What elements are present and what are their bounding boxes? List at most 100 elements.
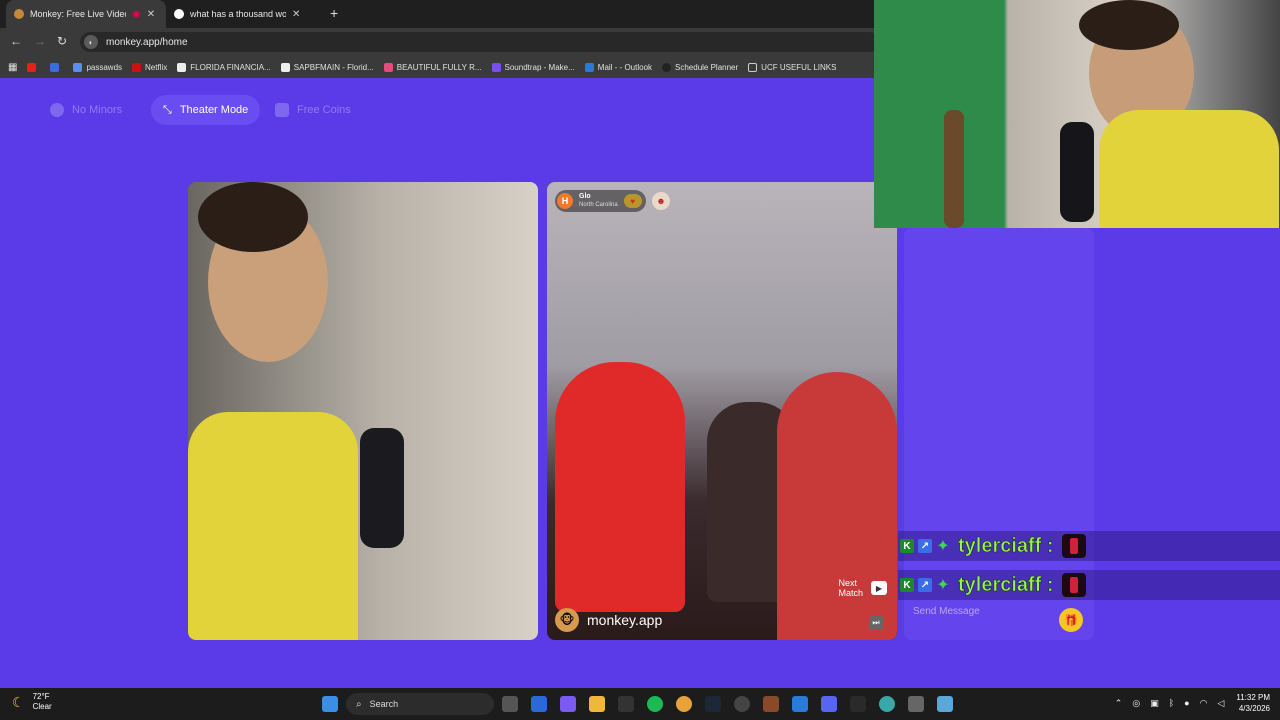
bookmark-label: BEAUTIFUL FULLY R... (396, 62, 482, 72)
emote-icon (1061, 534, 1086, 558)
soundtrap-icon (491, 62, 501, 72)
start-icon[interactable] (322, 696, 338, 712)
partner-person-1 (555, 362, 685, 612)
bookmark-outlook[interactable]: Mail - - Outlook (584, 62, 653, 72)
browser-icon[interactable] (879, 696, 895, 712)
game-icon[interactable] (763, 696, 779, 712)
bookmark-label: Netflix (145, 62, 168, 72)
bookmark-florida-financial[interactable]: FLORIDA FINANCIA... (177, 62, 271, 72)
forward-arrow-icon[interactable]: → (34, 34, 46, 48)
monkey-watermark: 🐵 monkey.app (555, 608, 662, 632)
clock[interactable]: 11:32 PM 4/3/2026 (1236, 692, 1270, 714)
match-info-tag[interactable]: H Glo North Carolina ♥ (555, 190, 646, 212)
chat-message: K ↗ ✦ tylerciaff : (898, 531, 1280, 561)
spotify-icon[interactable] (647, 696, 663, 712)
back-arrow-icon[interactable]: ← (10, 34, 22, 48)
doc-icon (73, 62, 83, 72)
send-message-input[interactable]: Send Message (913, 606, 980, 617)
weather-widget[interactable]: ☾ 72°F Clear (12, 692, 52, 712)
report-badge-icon[interactable]: ☻ (652, 192, 670, 210)
gift-icon[interactable]: 🎁 (1059, 608, 1083, 632)
airbnb-icon (383, 62, 393, 72)
send-message-box[interactable]: Send Message 🎁 (905, 600, 1095, 640)
bookmark-ucf-links[interactable]: UCF USEFUL LINKS (748, 62, 837, 72)
steam-tray-icon[interactable]: ◎ (1132, 698, 1140, 709)
bookmark-schedule-planner[interactable]: Schedule Planner (662, 62, 738, 72)
tab-monkey[interactable]: Monkey: Free Live Video Ch ◉ ✕ (6, 0, 166, 28)
wifi-icon[interactable]: ◠ (1200, 698, 1208, 709)
free-coins-label: Free Coins (297, 104, 351, 116)
outlook-icon (584, 62, 594, 72)
play-icon: ▶ (871, 581, 887, 595)
theater-mode-button[interactable]: ⤡ Theater Mode (151, 95, 261, 125)
no-minors-button[interactable]: No Minors (38, 95, 134, 125)
app2-icon[interactable] (937, 696, 953, 712)
match-avatar: H (557, 193, 573, 209)
streamer-hair (1079, 0, 1179, 50)
bluetooth-icon[interactable]: ᛒ (1169, 698, 1174, 708)
app-icon[interactable] (792, 696, 808, 712)
next-match-label-1: Next (838, 578, 857, 588)
epic-games-icon[interactable] (618, 696, 634, 712)
page-icon (177, 62, 187, 72)
obs-icon[interactable] (734, 696, 750, 712)
close-tab-icon[interactable]: ✕ (147, 9, 155, 20)
clock-date: 4/3/2026 (1238, 704, 1270, 713)
streamer-microphone (1060, 122, 1094, 222)
new-tab-button[interactable]: + (330, 5, 338, 21)
address-bar[interactable]: ◐ monkey.app/home (80, 32, 880, 52)
apps-grid-icon[interactable]: ▦ (8, 62, 17, 73)
page-icon (280, 62, 290, 72)
settings-icon[interactable] (908, 696, 924, 712)
tab-google[interactable]: what has a thousand words bu ✕ (166, 0, 326, 28)
file-explorer-icon[interactable] (589, 696, 605, 712)
theater-mode-label: Theater Mode (179, 104, 249, 116)
bookmark-roblox[interactable] (50, 62, 63, 72)
bookmark-passawds[interactable]: passawds (73, 62, 122, 72)
planner-icon (662, 62, 672, 72)
task-view-icon[interactable] (502, 696, 518, 712)
discord-icon[interactable] (821, 696, 837, 712)
volume-icon[interactable]: ◁ (1217, 698, 1224, 709)
tray-app-icon[interactable]: ▣ (1150, 698, 1159, 709)
partner-video: H Glo North Carolina ♥ ☻ Next Match ▶ 🐵 … (547, 182, 897, 640)
chrome-icon[interactable] (676, 696, 692, 712)
next-match-label-2: Match (838, 588, 863, 598)
tray-overflow-icon[interactable]: ⌃ (1115, 698, 1123, 709)
watermark-text: monkey.app (587, 612, 663, 628)
webcam-overlay (874, 0, 1280, 228)
copilot-icon[interactable] (560, 696, 576, 712)
bookmark-label: Mail - - Outlook (597, 62, 653, 72)
store-icon[interactable] (531, 696, 547, 712)
broadcaster-badge-icon: ↗ (918, 578, 932, 592)
clock-time: 11:32 PM (1236, 693, 1270, 702)
reload-icon[interactable]: ↻ (57, 34, 67, 48)
bookmark-label: FLORIDA FINANCIA... (190, 62, 271, 72)
terminal-icon[interactable] (850, 696, 866, 712)
site-info-icon[interactable]: ◐ (84, 35, 98, 49)
mic-icon[interactable]: ● (1184, 698, 1189, 708)
skip-icon[interactable]: ⏭ (869, 616, 883, 630)
steam-icon[interactable] (705, 696, 721, 712)
next-match-button[interactable]: Next Match ▶ (838, 578, 887, 598)
expand-icon: ⤡ (163, 103, 172, 116)
k-badge-icon: K (900, 578, 914, 592)
close-tab-icon[interactable]: ✕ (292, 9, 300, 20)
self-video (188, 182, 538, 640)
google-favicon-icon (174, 9, 184, 19)
k-badge-icon: K (900, 539, 914, 553)
no-minors-label: No Minors (72, 104, 123, 116)
bookmark-netflix[interactable]: Netflix (132, 62, 168, 72)
taskbar-search[interactable]: ⌕ Search (346, 693, 494, 715)
match-location: North Carolina (579, 202, 618, 208)
folder-icon (748, 62, 758, 72)
bookmark-beautiful[interactable]: BEAUTIFUL FULLY R... (383, 62, 482, 72)
url-text: monkey.app/home (106, 36, 188, 48)
netflix-icon (132, 62, 142, 72)
bookmark-label: UCF USEFUL LINKS (761, 62, 837, 72)
bookmark-sapbfmain[interactable]: SAPBFMAIN - Florid... (280, 62, 374, 72)
chat-username: tylerciaff : (958, 534, 1054, 557)
bookmark-youtube[interactable] (27, 62, 40, 72)
free-coins-button[interactable]: Free Coins (263, 95, 363, 125)
bookmark-soundtrap[interactable]: Soundtrap - Make... (491, 62, 575, 72)
